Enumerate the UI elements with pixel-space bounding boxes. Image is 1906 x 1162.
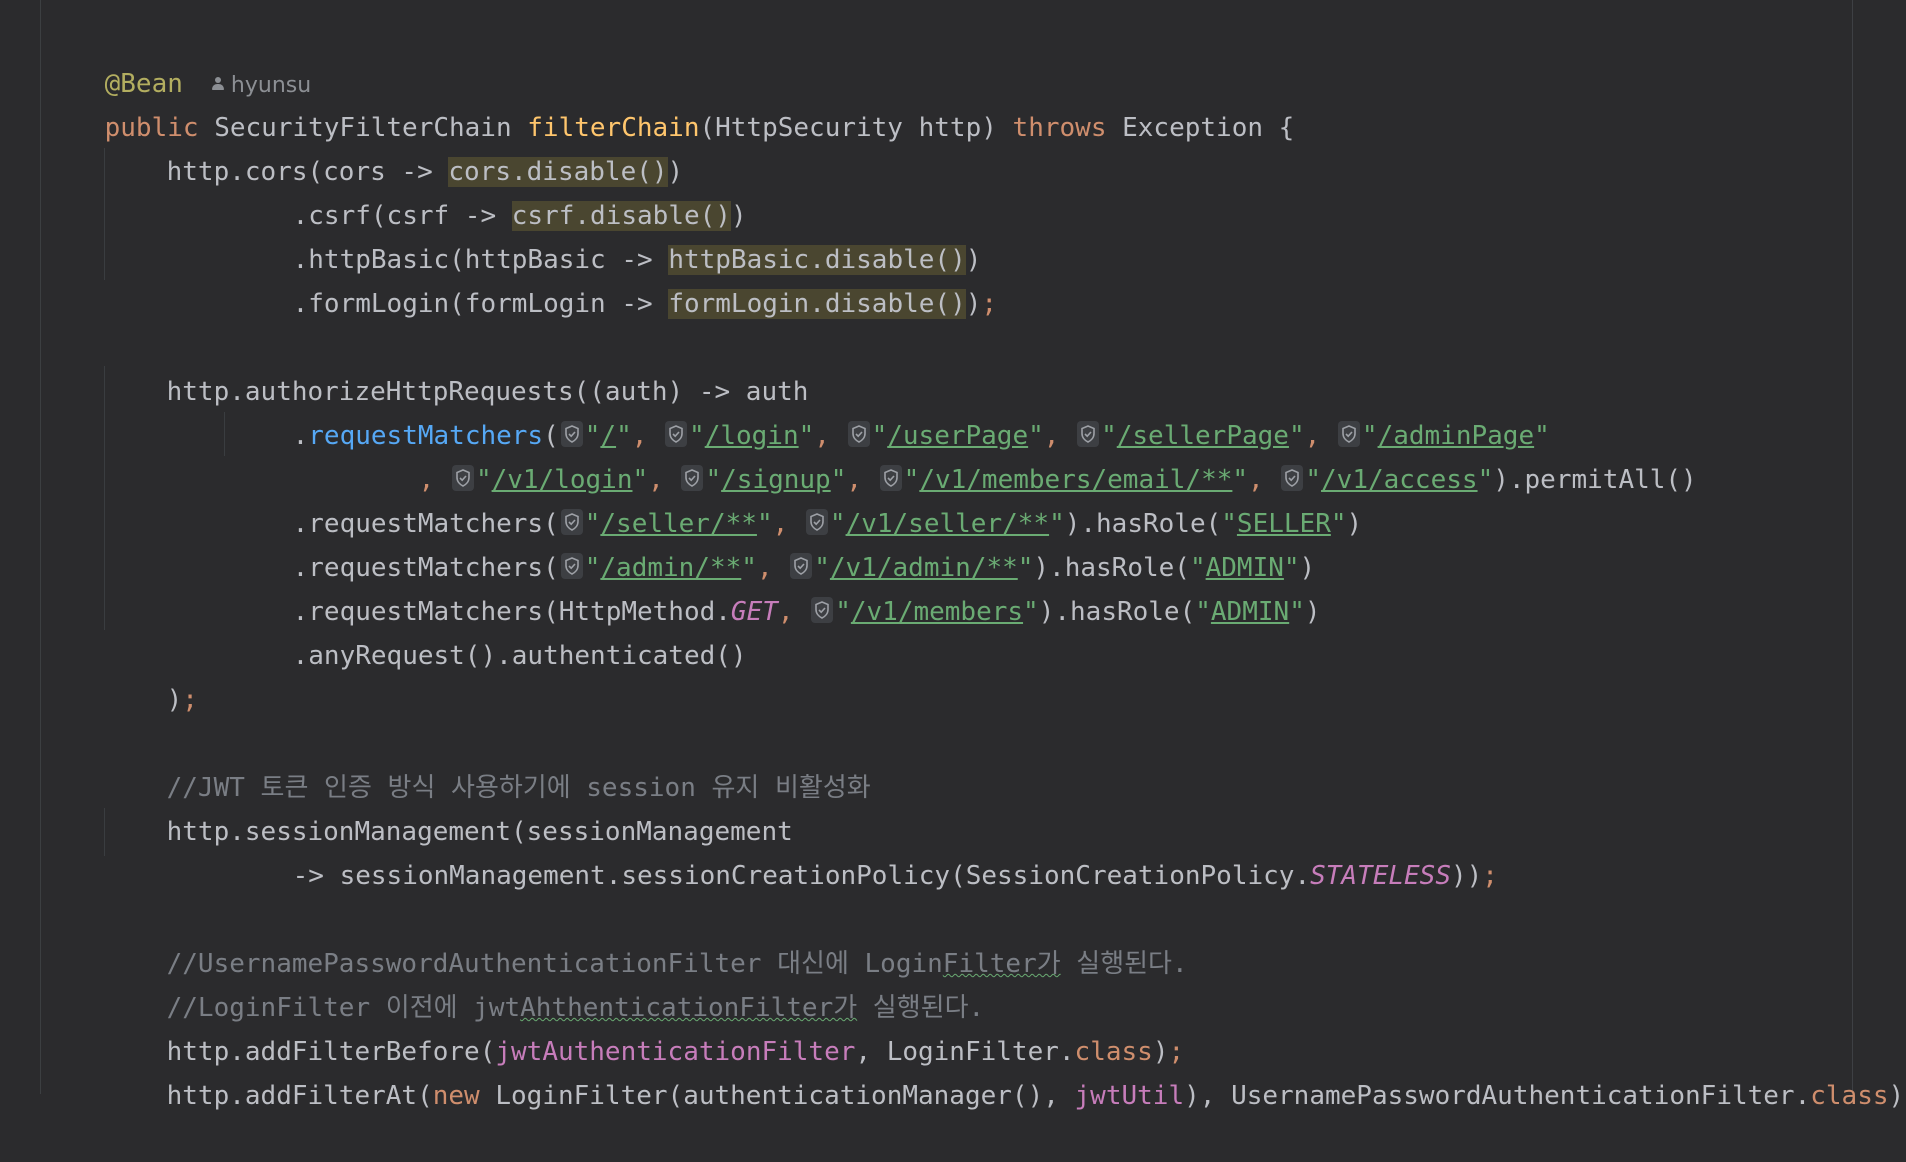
code-line[interactable]: http.sessionManagement(sessionManagement — [104, 766, 793, 847]
code-text: http.addFilterAt( — [166, 1081, 433, 1111]
shield-icon[interactable] — [811, 596, 834, 623]
code-line[interactable]: http.cors(cors -> cors.disable()) — [104, 106, 683, 187]
params: (HttpSecurity http) — [699, 113, 997, 143]
quote: " — [1289, 597, 1305, 627]
code-line[interactable]: http.addFilterBefore(jwtAuthenticationFi… — [104, 986, 1185, 1067]
field-ref: jwtUtil — [1074, 1081, 1185, 1111]
code-text: ), UsernamePasswordAuthenticationFilter. — [1184, 1081, 1811, 1111]
keyword: throws — [1012, 113, 1107, 143]
quote: " — [1330, 509, 1347, 539]
comma: , — [777, 597, 794, 627]
code-text: )) — [1450, 861, 1483, 891]
exception-type: Exception { — [1122, 113, 1295, 143]
paren: ) — [1346, 509, 1363, 539]
code-text: .formLogin(formLogin -> — [292, 289, 669, 319]
code-text: ) — [1888, 1081, 1905, 1111]
code-text: -> sessionManagement.sessionCreationPoli… — [292, 861, 1311, 891]
quote: " — [1477, 465, 1494, 495]
code-line[interactable]: .csrf(csrf -> csrf.disable()) — [230, 150, 747, 231]
quote: " — [1195, 597, 1211, 627]
code-line[interactable]: .httpBasic(httpBasic -> httpBasic.disabl… — [230, 194, 981, 275]
code-line[interactable]: .requestMatchers(HttpMethod.GET, "/v1/me… — [230, 546, 1321, 627]
semicolon: ; — [182, 685, 198, 715]
enum-constant: STATELESS — [1310, 861, 1451, 891]
dot: . — [292, 421, 309, 451]
gutter-divider — [40, 0, 41, 1094]
comment: 실행된다. — [1060, 949, 1188, 979]
code-line[interactable]: @Bean hyunsu — [42, 18, 312, 99]
code-text: ) — [965, 289, 982, 319]
code-line[interactable]: , "/v1/login", "/signup", "/v1/members/e… — [356, 414, 1697, 495]
code-line[interactable]: //LoginFilter 이전에 jwtAhthenticationFilte… — [104, 942, 985, 1023]
quote: " — [835, 597, 851, 627]
code-line[interactable]: //JWT 토큰 인증 방식 사용하기에 session 유지 비활성화 — [104, 722, 871, 803]
role-string: ADMIN — [1210, 597, 1290, 627]
code-text: ).permitAll() — [1493, 465, 1697, 495]
code-line[interactable]: ); — [104, 634, 198, 715]
url-link[interactable]: /v1/members — [851, 597, 1023, 627]
code-text: ).hasRole( — [1038, 597, 1196, 627]
quote: " — [1023, 597, 1039, 627]
code-line[interactable]: .anyRequest().authenticated() — [230, 590, 747, 671]
keyword: class — [1810, 1081, 1889, 1111]
code-text: LoginFilter(authenticationManager(), — [479, 1081, 1075, 1111]
code-line[interactable]: .requestMatchers("/admin/**", "/v1/admin… — [230, 502, 1315, 583]
semicolon: ; — [1482, 861, 1498, 891]
code-line[interactable]: .requestMatchers("/seller/**", "/v1/sell… — [230, 458, 1362, 539]
highlighted-expression: formLogin.disable() — [668, 289, 966, 319]
code-line[interactable]: -> sessionManagement.sessionCreationPoli… — [230, 810, 1498, 891]
semicolon: ; — [981, 289, 998, 319]
keyword: new — [432, 1081, 480, 1111]
code-line[interactable]: .requestMatchers("/", "/login", "/userPa… — [230, 370, 1550, 451]
code-text: ) — [166, 685, 183, 715]
indent-guide — [224, 412, 225, 456]
paren: ) — [1304, 597, 1321, 627]
code-editor[interactable]: @Bean hyunsu public SecurityFilterChain f… — [0, 0, 1906, 1111]
code-line[interactable]: //UsernamePasswordAuthenticationFilter 대… — [104, 898, 1188, 979]
code-line[interactable]: http.addFilterAt(new LoginFilter(authent… — [104, 1030, 1906, 1111]
code-text: .anyRequest().authenticated() — [292, 641, 747, 671]
code-line[interactable]: .formLogin(formLogin -> formLogin.disabl… — [230, 238, 997, 319]
right-margin-guide — [1852, 0, 1853, 1094]
code-line[interactable]: public SecurityFilterChain filterChain(H… — [42, 62, 1295, 143]
code-line[interactable]: http.authorizeHttpRequests((auth) -> aut… — [104, 326, 809, 407]
